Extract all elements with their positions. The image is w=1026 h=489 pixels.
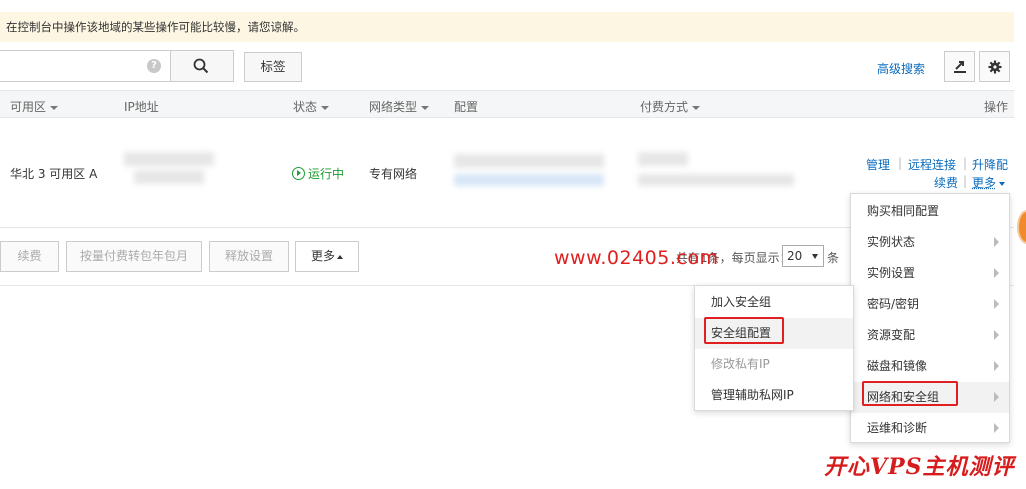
- renew-link[interactable]: 续费: [934, 174, 958, 191]
- chevron-right-icon: [994, 330, 999, 340]
- ip-redacted: [124, 152, 214, 166]
- menu-item-resource-change[interactable]: 资源变配: [851, 320, 1009, 351]
- highlight-box: [704, 317, 784, 344]
- header-zone[interactable]: 可用区: [10, 98, 58, 115]
- separator: |: [963, 156, 967, 170]
- settings-button[interactable]: [979, 51, 1010, 82]
- header-network[interactable]: 网络类型: [369, 98, 429, 115]
- security-submenu: 加入安全组 安全组配置 修改私有IP 管理辅助私网IP: [694, 285, 854, 411]
- chevron-down-icon: [321, 106, 329, 110]
- highlight-box: [862, 381, 958, 406]
- submenu-item-join-sg[interactable]: 加入安全组: [695, 287, 853, 318]
- chevron-right-icon: [994, 361, 999, 371]
- separator: |: [963, 174, 967, 188]
- export-icon: [953, 60, 967, 74]
- chevron-down-icon: [421, 106, 429, 110]
- menu-item-ops-diagnose[interactable]: 运维和诊断: [851, 413, 1009, 444]
- floating-badge[interactable]: [1017, 210, 1026, 244]
- menu-item-instance-status[interactable]: 实例状态: [851, 227, 1009, 258]
- chevron-up-icon: [337, 255, 343, 259]
- more-link[interactable]: 更多: [972, 174, 1005, 191]
- chevron-down-icon: [999, 182, 1005, 186]
- header-billing[interactable]: 付费方式: [640, 98, 700, 115]
- help-icon[interactable]: ?: [147, 59, 161, 73]
- config-redacted: [454, 174, 604, 186]
- zone-cell: 华北 3 可用区 A: [10, 165, 97, 182]
- gear-icon: [988, 60, 1002, 74]
- page-size-select[interactable]: 20: [782, 245, 824, 267]
- watermark-text: www.02405.com: [554, 247, 718, 269]
- manage-link[interactable]: 管理: [866, 156, 890, 173]
- export-button[interactable]: [944, 51, 975, 82]
- upgrade-link[interactable]: 升降配: [972, 156, 1008, 173]
- billing-redacted: [638, 174, 794, 186]
- header-config: 配置: [454, 98, 478, 115]
- ip-redacted: [134, 170, 204, 184]
- pager-unit: 条: [827, 249, 839, 266]
- header-status[interactable]: 状态: [293, 98, 329, 115]
- menu-item-password-key[interactable]: 密码/密钥: [851, 289, 1009, 320]
- remote-connect-link[interactable]: 远程连接: [908, 156, 956, 173]
- billing-redacted: [638, 152, 688, 166]
- header-actions: 操作: [984, 98, 1008, 115]
- menu-item-buy-same[interactable]: 购买相同配置: [851, 196, 1009, 227]
- search-box: ?: [0, 50, 234, 82]
- bulk-renew-button[interactable]: 续费: [0, 241, 59, 272]
- menu-item-instance-settings[interactable]: 实例设置: [851, 258, 1009, 289]
- chevron-down-icon: [812, 254, 818, 259]
- search-icon: [193, 58, 209, 74]
- chevron-down-icon: [50, 106, 58, 110]
- chevron-down-icon: [692, 106, 700, 110]
- notice-banner: 在控制台中操作该地域的某些操作可能比较慢，请您谅解。: [0, 12, 1014, 42]
- chevron-right-icon: [994, 392, 999, 402]
- brand-watermark: 开心VPS主机测评: [824, 449, 1015, 481]
- header-ip: IP地址: [124, 98, 159, 115]
- advanced-search-link[interactable]: 高级搜索: [877, 60, 925, 77]
- chevron-right-icon: [994, 268, 999, 278]
- search-button[interactable]: [170, 50, 234, 82]
- bulk-release-button[interactable]: 释放设置: [209, 241, 289, 272]
- status-badge: 运行中: [292, 165, 344, 182]
- submenu-item-modify-private-ip: 修改私有IP: [695, 349, 853, 380]
- search-input[interactable]: [0, 51, 170, 81]
- separator: |: [898, 156, 902, 170]
- network-cell: 专有网络: [369, 165, 417, 182]
- table-header: 可用区 IP地址 状态 网络类型 配置 付费方式 操作: [0, 90, 1014, 118]
- chevron-right-icon: [994, 423, 999, 433]
- tag-button[interactable]: 标签: [244, 52, 302, 82]
- menu-item-disk-image[interactable]: 磁盘和镜像: [851, 351, 1009, 382]
- chevron-right-icon: [994, 299, 999, 309]
- chevron-right-icon: [994, 237, 999, 247]
- bulk-more-button[interactable]: 更多: [295, 241, 359, 272]
- notice-text: 在控制台中操作该地域的某些操作可能比较慢，请您谅解。: [6, 20, 305, 34]
- running-icon: [292, 167, 305, 180]
- submenu-item-secondary-ip[interactable]: 管理辅助私网IP: [695, 380, 853, 411]
- bulk-convert-button[interactable]: 按量付费转包年包月: [66, 241, 202, 272]
- config-redacted: [454, 154, 604, 168]
